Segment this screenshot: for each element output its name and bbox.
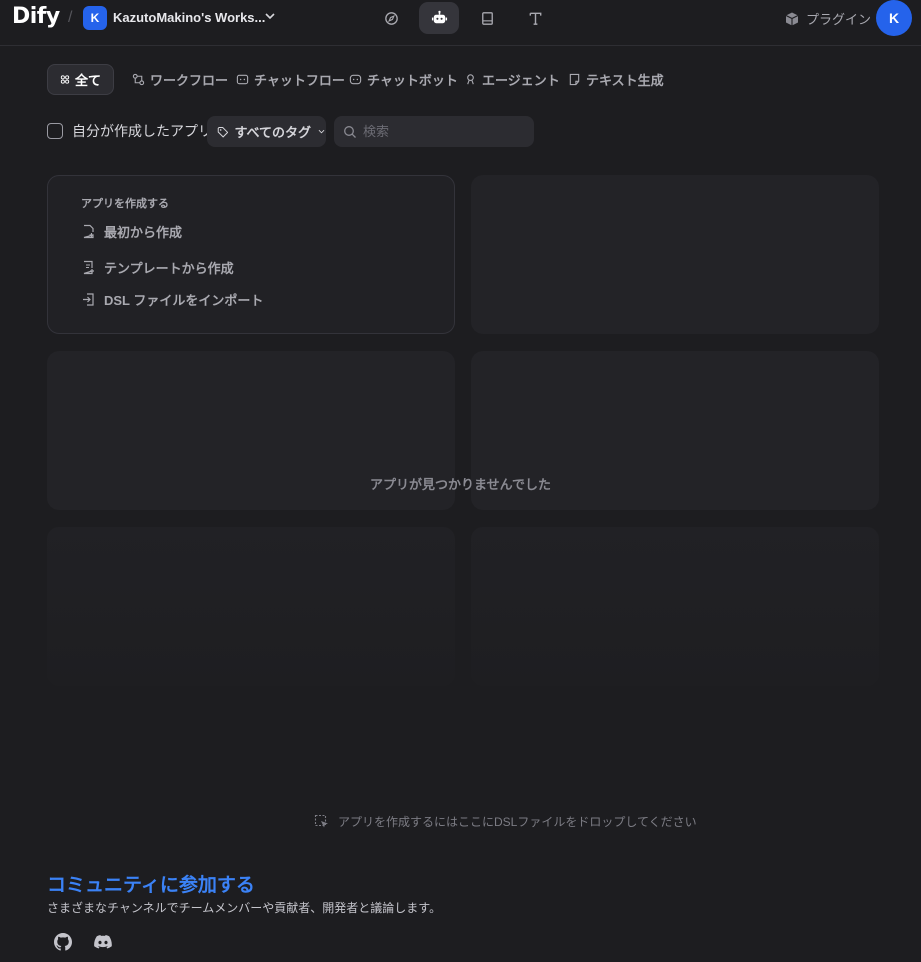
github-icon — [54, 933, 72, 951]
studio-robot-icon — [431, 10, 447, 23]
import-icon — [83, 293, 94, 306]
breadcrumb-separator: / — [68, 9, 73, 26]
created-by-me-label: 自分が作成したアプリ — [72, 123, 212, 139]
tab-label: 全て — [74, 73, 101, 88]
dsl-drop-hint: アプリを作成するにはここにDSLファイルをドロップしてください — [314, 813, 697, 830]
created-by-me-filter[interactable]: 自分が作成したアプリ — [47, 121, 212, 141]
import-dsl-label: DSL ファイルをインポート — [104, 293, 264, 308]
tab-label: チャットフロー — [254, 73, 345, 88]
chevron-down-icon[interactable] — [263, 9, 277, 23]
empty-state-message: アプリが見つかりませんでした — [370, 477, 551, 492]
placeholder-card — [47, 527, 455, 686]
create-from-blank-button[interactable]: 最初から作成 — [81, 222, 182, 241]
created-by-me-checkbox[interactable] — [47, 123, 63, 139]
agent-icon — [467, 74, 474, 85]
tag-icon — [217, 126, 229, 138]
create-app-card: アプリを作成する 最初から作成 テンプレートから作成 DSL ファイルをインポー… — [47, 175, 455, 334]
chevron-down-icon — [318, 129, 325, 134]
chatflow-icon — [236, 74, 249, 85]
placeholder-card — [471, 175, 879, 334]
chatbot-icon — [349, 74, 362, 85]
tools-icon — [529, 12, 541, 25]
placeholder-card — [471, 527, 879, 686]
tab-label: チャットボット — [367, 73, 458, 88]
discord-link[interactable] — [92, 931, 114, 953]
tab-chatbot[interactable]: チャットボット — [337, 64, 470, 95]
dify-logo[interactable]: Dify — [12, 4, 60, 29]
explore-icon — [384, 11, 398, 25]
cube-icon — [785, 12, 799, 25]
tab-text-generation[interactable]: テキスト生成 — [556, 64, 676, 95]
drag-drop-icon — [314, 814, 328, 827]
new-file-icon — [83, 224, 94, 239]
knowledge-nav-button[interactable] — [467, 2, 507, 34]
plugin-button[interactable]: プラグイン — [784, 9, 871, 28]
import-dsl-button[interactable]: DSL ファイルをインポート — [81, 290, 263, 309]
knowledge-book-icon — [481, 11, 493, 25]
workflow-icon — [132, 73, 145, 86]
tab-label: エージェント — [482, 73, 560, 88]
text-generation-icon — [569, 73, 580, 86]
create-from-template-button[interactable]: テンプレートから作成 — [81, 258, 234, 277]
create-from-blank-label: 最初から作成 — [104, 225, 183, 240]
user-avatar[interactable]: K — [876, 0, 912, 36]
plugin-label: プラグイン — [806, 12, 872, 27]
tag-filter-dropdown[interactable]: すべてのタグ — [207, 116, 326, 147]
tools-nav-button[interactable] — [515, 2, 555, 34]
github-link[interactable] — [52, 931, 74, 953]
search-box[interactable] — [334, 116, 534, 147]
template-icon — [83, 260, 94, 275]
community-title[interactable]: コミュニティに参加する — [47, 870, 255, 897]
workspace-avatar[interactable]: K — [83, 6, 107, 30]
search-input[interactable] — [363, 124, 523, 139]
tab-agent[interactable]: エージェント — [452, 64, 572, 95]
create-from-template-label: テンプレートから作成 — [104, 261, 234, 276]
tab-all[interactable]: 全て — [47, 64, 114, 95]
create-app-title: アプリを作成する — [81, 198, 169, 210]
community-description: さまざまなチャンネルでチームメンバーや貢献者、開発者と議論します。 — [47, 901, 442, 915]
workspace-name[interactable]: KazutoMakino's Works... — [113, 10, 265, 25]
drop-hint-text: アプリを作成するにはここにDSLファイルをドロップしてください — [338, 815, 697, 829]
tag-filter-label: すべてのタグ — [234, 125, 312, 140]
grid-icon — [60, 75, 70, 84]
discord-icon — [94, 935, 112, 949]
studio-nav-button[interactable] — [419, 2, 459, 34]
explore-nav-button[interactable] — [371, 2, 411, 34]
tab-label: テキスト生成 — [586, 73, 664, 88]
top-header: Dify / K KazutoMakino's Works... プラグイン K — [0, 0, 921, 46]
search-icon — [344, 125, 356, 138]
tab-workflow[interactable]: ワークフロー — [120, 64, 240, 95]
tab-label: ワークフロー — [150, 73, 229, 88]
